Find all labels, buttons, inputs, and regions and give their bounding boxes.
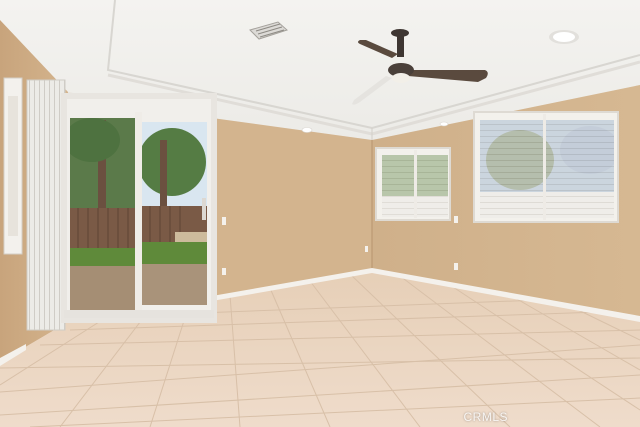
wall-outlet: [365, 246, 368, 252]
door-right-pane: [141, 122, 207, 305]
vertical-blinds: [27, 80, 65, 330]
door-handle: [202, 198, 206, 220]
wall-outlet: [222, 268, 226, 275]
wall-outlet: [454, 216, 458, 223]
light-switch: [222, 217, 226, 225]
door-center-mullion: [135, 112, 142, 312]
empty-room-photo: CRMLS: [0, 0, 640, 427]
wall-niche-inner: [8, 96, 18, 236]
room-illustration: [0, 0, 640, 427]
wall-outlet: [454, 263, 458, 270]
door-left-pane: [70, 118, 136, 312]
back-wall: [212, 118, 372, 298]
recessed-light-icon: [301, 127, 313, 133]
recessed-light-icon: [549, 30, 579, 44]
watermark: CRMLS: [463, 410, 508, 424]
window-large-blinds: [480, 120, 614, 218]
recessed-light-icon: [439, 121, 449, 127]
